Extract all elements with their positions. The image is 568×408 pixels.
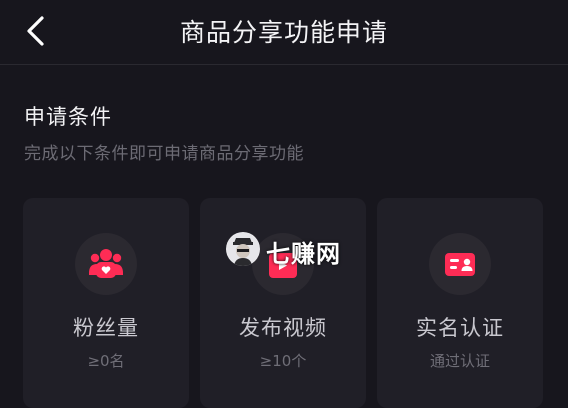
page-title: 商品分享功能申请 [179,18,388,47]
condition-card-fans: 粉丝量 ≥0名 [23,198,189,408]
watermark-text: 七赚网 [266,240,341,268]
card-label: 粉丝量 [73,316,139,340]
id-card-icon-badge [429,233,491,295]
section-title: 申请条件 [24,105,112,129]
card-label: 实名认证 [416,316,504,340]
watermark: 七赚网 [226,232,344,268]
condition-card-realname: 实名认证 通过认证 [377,198,543,408]
card-label: 发布视频 [239,316,327,340]
condition-card-video: 发布视频 ≥10个 [200,198,366,408]
id-card-icon [445,253,475,276]
card-requirement: ≥0名 [87,352,125,370]
header-bar: 商品分享功能申请 [0,0,568,65]
section-subtitle: 完成以下条件即可申请商品分享功能 [24,144,304,164]
fans-icon [89,249,123,278]
card-requirement: ≥10个 [259,352,307,370]
card-requirement: 通过认证 [429,352,490,370]
watermark-avatar-icon [226,232,260,266]
fans-icon-badge [75,233,137,295]
